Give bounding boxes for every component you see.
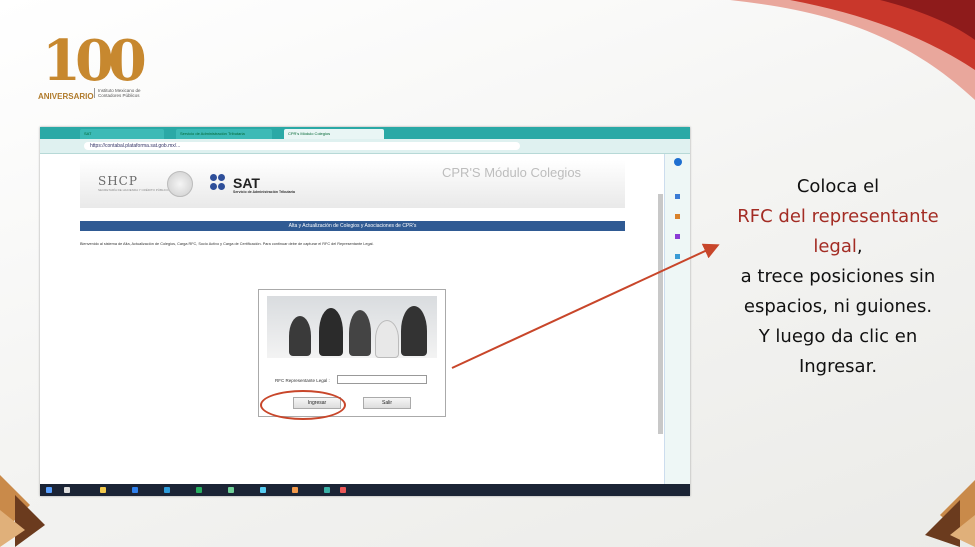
instruction-line-5: espacios, ni guiones. <box>743 296 933 317</box>
instruction-text: Coloca el RFC del representante legal, a… <box>718 172 958 382</box>
instruction-line-3-highlight: legal <box>813 236 857 257</box>
instruction-line-7: Ingresar. <box>798 356 878 377</box>
instruction-line-6: Y luego da clic en <box>758 326 918 347</box>
instruction-line-4: a trece posiciones sin <box>740 266 936 287</box>
instruction-line-1: Coloca el <box>796 176 880 197</box>
instruction-line-3-comma: , <box>856 236 863 257</box>
instruction-line-2: RFC del representante <box>737 206 939 227</box>
